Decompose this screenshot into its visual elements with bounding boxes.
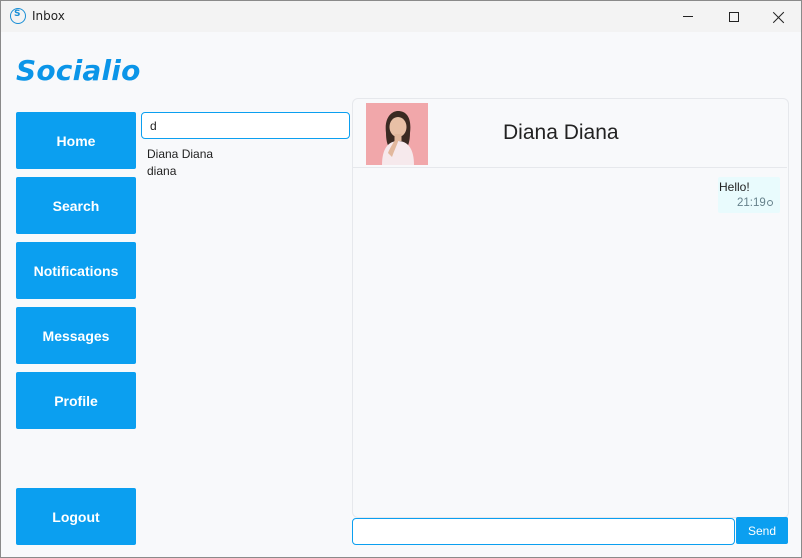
minimize-icon [683,16,693,17]
minimize-button[interactable] [665,1,711,32]
nav-messages-button[interactable]: Messages [16,307,136,364]
nav-search-button[interactable]: Search [16,177,136,234]
close-icon [773,11,785,23]
avatar [366,103,428,165]
avatar-photo [366,103,428,165]
nav-profile-button[interactable]: Profile [16,372,136,429]
maximize-icon [729,11,739,22]
logout-button[interactable]: Logout [16,488,136,545]
nav-home-button[interactable]: Home [16,112,136,169]
chat-contact-name: Diana Diana [503,121,619,144]
window-title: Inbox [32,9,65,23]
search-result-name[interactable]: Diana Diana [147,147,213,161]
title-bar: Inbox [1,1,801,32]
message-input[interactable] [352,518,735,545]
close-button[interactable] [756,1,802,32]
sent-circle-icon [767,200,773,206]
search-input[interactable] [141,112,350,139]
brand-logo: Socialio [16,54,141,87]
app-window: Inbox Socialio Home Search Notifications… [0,0,802,558]
nav-notifications-button[interactable]: Notifications [16,242,136,299]
send-button[interactable]: Send [736,517,788,544]
message-text: Hello! [719,180,750,194]
search-result-username[interactable]: diana [147,164,176,178]
maximize-button[interactable] [711,1,757,32]
message-time: 21:19 [737,197,766,209]
app-logo-icon [10,8,26,24]
